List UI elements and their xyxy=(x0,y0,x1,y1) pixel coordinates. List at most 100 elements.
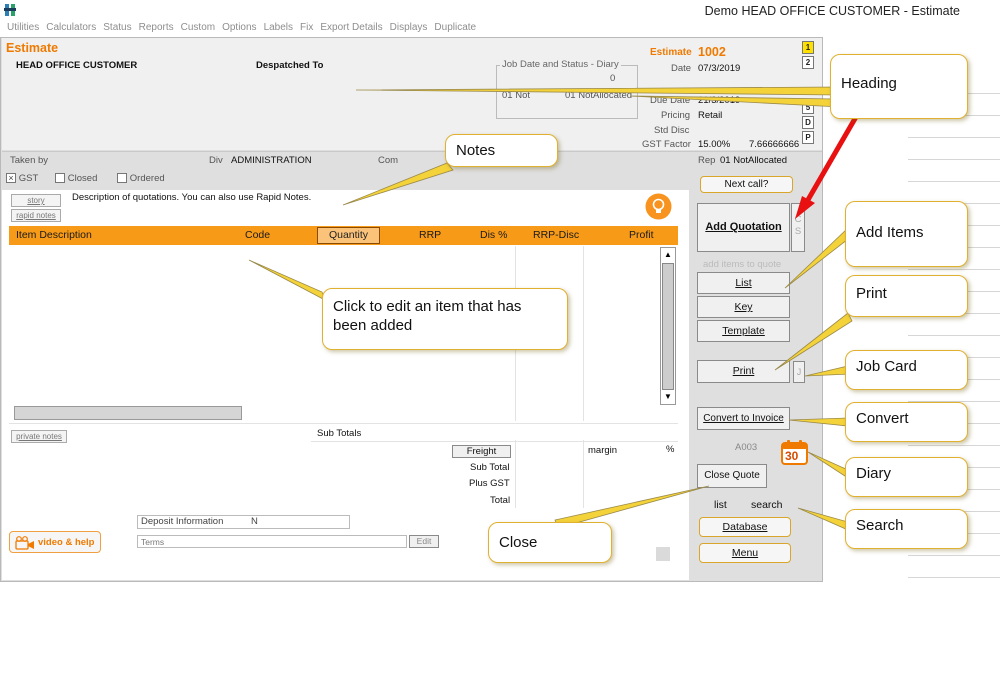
gst-checkbox[interactable]: × xyxy=(6,173,16,184)
grid-column-divider xyxy=(583,246,584,421)
col-code[interactable]: Code xyxy=(245,229,270,241)
list-link[interactable]: list xyxy=(714,499,727,511)
menu-options[interactable]: Options xyxy=(222,22,256,33)
page-5-button[interactable]: 5 xyxy=(802,101,814,114)
app-logo-icon xyxy=(4,4,16,16)
menu-reports[interactable]: Reports xyxy=(139,22,174,33)
menu-duplicate[interactable]: Duplicate xyxy=(434,22,476,33)
customer-name[interactable]: HEAD OFFICE CUSTOMER xyxy=(16,60,137,71)
close-quote-button[interactable]: Close Quote xyxy=(697,464,767,488)
scroll-up-icon[interactable]: ▲ xyxy=(661,248,675,262)
gst-flag[interactable]: × GST xyxy=(6,173,38,184)
deposit-info-field[interactable]: Deposit Information N xyxy=(137,515,350,529)
date-label: Date xyxy=(671,63,692,74)
total-label: Total xyxy=(490,495,511,506)
ordered-checkbox[interactable] xyxy=(117,173,127,184)
totals-column-divider xyxy=(515,440,516,508)
menu-status[interactable]: Status xyxy=(103,22,131,33)
div-value[interactable]: ADMINISTRATION xyxy=(231,155,312,166)
page-1-button[interactable]: 1 xyxy=(802,41,814,54)
col-quantity[interactable]: Quantity xyxy=(317,227,380,244)
ordered-flag[interactable]: Ordered xyxy=(117,173,165,184)
totals-column-divider xyxy=(583,440,584,508)
resize-grip[interactable] xyxy=(656,547,670,561)
page-d-button[interactable]: D xyxy=(802,116,814,129)
due-date-label: Due Date xyxy=(650,95,691,106)
job-status-title: Job Date and Status - Diary xyxy=(500,59,621,70)
private-notes-button[interactable]: private notes xyxy=(11,430,67,443)
items-horizontal-scrollbar[interactable] xyxy=(14,406,242,420)
convert-to-invoice-button[interactable]: Convert to Invoice xyxy=(697,407,790,430)
estimate-label: Estimate xyxy=(650,47,692,58)
taken-by-label: Taken by xyxy=(10,155,49,166)
pricing-value[interactable]: Retail xyxy=(698,110,722,121)
sub-total-label: Sub Total xyxy=(470,462,510,473)
callout-job-card: Job Card xyxy=(845,350,968,390)
callout-heading: Heading xyxy=(830,54,968,119)
template-button[interactable]: Template xyxy=(697,320,790,342)
col-item-description[interactable]: Item Description xyxy=(16,229,92,241)
search-link[interactable]: search xyxy=(751,499,783,511)
job-card-button[interactable]: J xyxy=(793,361,805,383)
menu-fix[interactable]: Fix xyxy=(300,22,313,33)
sub-totals-label: Sub Totals xyxy=(317,428,362,439)
callout-edit-item: Click to edit an item that has been adde… xyxy=(322,288,568,350)
next-call-button[interactable]: Next call? xyxy=(700,176,793,193)
callout-notes: Notes xyxy=(445,134,558,167)
menu-displays[interactable]: Displays xyxy=(390,22,428,33)
col-rrp[interactable]: RRP xyxy=(419,229,441,241)
list-button[interactable]: List xyxy=(697,272,790,294)
sub-totals-line xyxy=(311,441,678,442)
menu-utilities[interactable]: Utilities xyxy=(7,22,39,33)
gst-flag-label: GST xyxy=(18,173,39,184)
despatched-to-label[interactable]: Despatched To xyxy=(256,60,323,71)
menu-export-details[interactable]: Export Details xyxy=(320,22,382,33)
menu-labels[interactable]: Labels xyxy=(264,22,293,33)
due-date-value[interactable]: 21/3/2019 xyxy=(698,95,740,106)
add-items-hint: add items to quote xyxy=(703,259,782,270)
terms-field[interactable]: Terms xyxy=(137,535,407,548)
menu-bar: Utilities Calculators Status Reports Custom O… xyxy=(0,22,476,36)
menu-custom[interactable]: Custom xyxy=(181,22,215,33)
menu-calculators[interactable]: Calculators xyxy=(46,22,96,33)
rapid-notes-button[interactable]: rapid notes xyxy=(11,209,61,222)
cs-button[interactable]: C S xyxy=(791,203,805,252)
diary-calendar-icon[interactable]: 30 xyxy=(781,440,808,465)
freight-button[interactable]: Freight xyxy=(452,445,511,458)
gst-factor-value2: 7.66666666 xyxy=(749,139,800,150)
col-profit[interactable]: Profit xyxy=(629,229,654,241)
lightbulb-icon[interactable] xyxy=(645,193,672,220)
page-p-button[interactable]: P xyxy=(802,131,814,144)
col-dis-percent[interactable]: Dis % xyxy=(480,229,507,241)
margin-label: margin xyxy=(588,445,618,456)
scroll-thumb[interactable] xyxy=(662,263,674,390)
callout-close: Close xyxy=(488,522,612,563)
com-label: Com xyxy=(378,155,399,166)
app-window: Demo HEAD OFFICE CUSTOMER - Estimate Uti… xyxy=(0,0,1000,688)
deposit-info-label: Deposit Information xyxy=(141,516,224,527)
video-camera-icon xyxy=(15,536,34,550)
video-help-button[interactable]: video & help xyxy=(9,531,101,553)
cs-c: C xyxy=(794,214,802,225)
closed-flag[interactable]: Closed xyxy=(55,173,97,184)
header-divider xyxy=(2,151,822,152)
div-label: Div xyxy=(209,155,223,166)
window-title: Demo HEAD OFFICE CUSTOMER - Estimate xyxy=(704,4,960,18)
rep-label: Rep xyxy=(698,155,716,166)
print-button[interactable]: Print xyxy=(697,360,790,383)
menu-button[interactable]: Menu xyxy=(699,543,791,563)
story-button[interactable]: story xyxy=(11,194,61,207)
notes-text[interactable]: Description of quotations. You can also … xyxy=(72,192,311,203)
date-value[interactable]: 07/3/2019 xyxy=(698,63,740,74)
database-button[interactable]: Database xyxy=(699,517,791,537)
rep-value[interactable]: 01 NotAllocated xyxy=(720,155,787,166)
terms-edit-button[interactable]: Edit xyxy=(409,535,439,548)
add-quotation-button[interactable]: Add Quotation xyxy=(697,203,790,252)
page-2-button[interactable]: 2 xyxy=(802,56,814,69)
scroll-down-icon[interactable]: ▼ xyxy=(661,390,675,404)
key-button[interactable]: Key xyxy=(697,296,790,318)
col-rrp-disc[interactable]: RRP-Disc xyxy=(533,229,579,241)
deposit-info-value: N xyxy=(251,516,258,527)
closed-checkbox[interactable] xyxy=(55,173,65,184)
gst-factor-value[interactable]: 15.00% xyxy=(698,139,730,150)
